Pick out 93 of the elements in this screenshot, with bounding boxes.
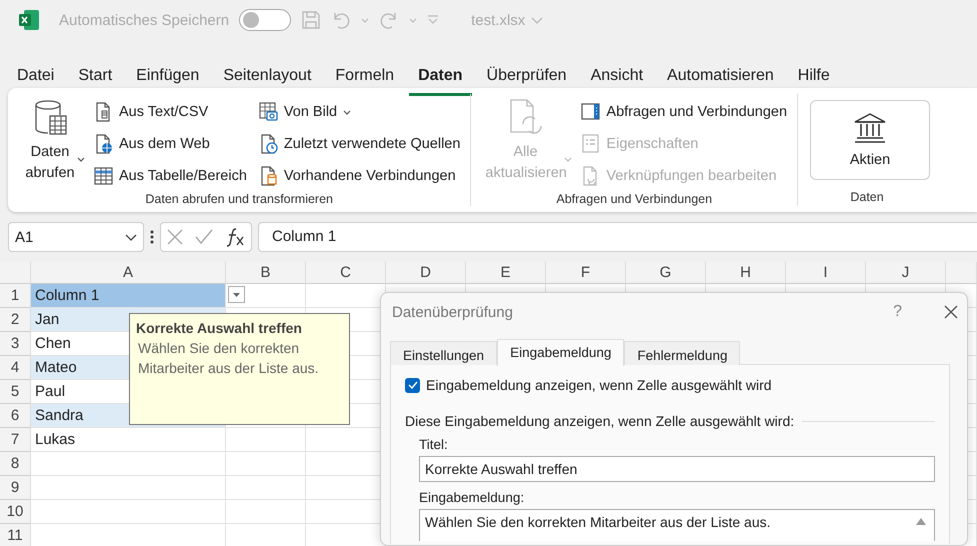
formula-field[interactable]: Column 1 [258, 222, 977, 252]
column-header[interactable]: F [546, 262, 626, 284]
column-header[interactable]: B [226, 262, 306, 284]
ribbon-button[interactable]: Aus Text/CSV [94, 96, 247, 128]
title-input-field[interactable]: Korrekte Auswahl treffen [419, 456, 935, 482]
table-cell[interactable]: Lukas [31, 428, 226, 452]
data-type-button[interactable]: Aktien [810, 100, 930, 180]
dialog-tab[interactable]: Fehlermeldung [624, 341, 740, 365]
autosave-label: Automatisches Speichern [59, 12, 230, 28]
select-all-corner[interactable] [0, 262, 31, 284]
table-cell[interactable] [31, 500, 226, 524]
row-header[interactable]: 9 [0, 476, 31, 500]
check-icon[interactable] [195, 229, 213, 245]
table-cell[interactable]: Column 1 [31, 284, 226, 308]
ribbon-button[interactable]: Aus dem Web [94, 128, 247, 160]
column-header[interactable]: I [786, 262, 866, 284]
database-file-icon [258, 166, 278, 186]
customize-toolbar-icon[interactable] [427, 15, 440, 25]
group-label: Abfragen und Verbindungen [555, 192, 714, 208]
column-header[interactable]: H [706, 262, 786, 284]
dialog-tab[interactable]: Eingabemeldung [497, 339, 624, 366]
row-header[interactable]: 7 [0, 428, 31, 452]
column-header[interactable]: G [626, 262, 706, 284]
function-icon[interactable] [225, 227, 245, 247]
column-header[interactable]: A [31, 262, 226, 284]
dropdown-button[interactable] [228, 286, 245, 303]
ribbon-tab[interactable]: Formeln [326, 66, 404, 96]
ribbon-button[interactable]: Abfragen und Verbindungen [581, 96, 788, 128]
table-cell[interactable] [31, 476, 226, 500]
chevron-down-icon [125, 234, 137, 240]
row-header[interactable]: 6 [0, 404, 31, 428]
ribbon-button[interactable]: Aus Tabelle/Bereich [94, 160, 247, 192]
name-box[interactable]: A1 [8, 222, 144, 252]
column-header[interactable] [946, 262, 977, 284]
ribbon-tab[interactable]: Überprüfen [478, 66, 576, 96]
row-header[interactable]: 11 [0, 524, 31, 546]
dialog-tab[interactable]: Einstellungen [390, 341, 498, 365]
autosave-toggle[interactable] [239, 9, 292, 31]
section-label: Diese Eingabemeldung anzeigen, wenn Zelle ausgewählt wird: [405, 413, 794, 429]
ribbon-tab[interactable]: Datei [8, 66, 64, 96]
row-header[interactable]: 10 [0, 500, 31, 524]
properties-icon [581, 134, 600, 154]
field-label: Eingabemeldung: [419, 490, 526, 505]
ribbon-tab[interactable]: Start [69, 66, 122, 96]
table-cell[interactable] [226, 476, 306, 500]
clock-file-icon [258, 134, 278, 154]
bank-building-icon [853, 112, 888, 144]
ribbon-button[interactable]: Vorhandene Verbindungen [258, 160, 460, 192]
dialog-title: Datenüberprüfung [392, 304, 514, 320]
chevron-down-icon [531, 16, 544, 24]
save-icon[interactable] [301, 10, 322, 30]
table-cell[interactable] [226, 428, 306, 452]
row-header[interactable]: 3 [0, 332, 31, 356]
field-label: Titel: [419, 437, 449, 452]
row-header[interactable]: 5 [0, 380, 31, 404]
table-cell[interactable] [226, 500, 306, 524]
ribbon-button[interactable]: Von Bild [258, 96, 460, 128]
more-options-icon[interactable] [150, 230, 154, 244]
group-label: Daten abrufen und transformieren [144, 192, 334, 208]
row-header[interactable]: 4 [0, 356, 31, 380]
image-table-icon [258, 102, 278, 122]
ribbon-tab[interactable]: Automatisieren [658, 66, 783, 96]
cancel-icon[interactable] [167, 229, 183, 245]
column-header[interactable]: E [466, 262, 546, 284]
group-label: Daten [849, 190, 885, 206]
table-icon [94, 166, 113, 186]
spreadsheet-app-icon [18, 9, 40, 31]
table-cell[interactable] [31, 452, 226, 476]
chevron-down-icon [361, 18, 370, 22]
checkbox[interactable] [405, 378, 420, 392]
ribbon-tab[interactable]: Ansicht [582, 66, 652, 96]
side-panel-icon [581, 102, 600, 122]
row-header[interactable]: 1 [0, 284, 31, 308]
checkbox-label[interactable]: Eingabemeldung anzeigen, wenn Zelle ausgewählt wird [426, 377, 772, 393]
ribbon-button[interactable]: Daten abrufen [14, 94, 86, 192]
caret-down-icon [233, 292, 240, 296]
ribbon-button[interactable]: Zuletzt verwendete Quellen [258, 128, 460, 160]
column-header[interactable]: C [306, 262, 386, 284]
ribbon-tab[interactable]: Hilfe [788, 66, 839, 96]
column-header[interactable]: D [386, 262, 466, 284]
row-header[interactable]: 2 [0, 308, 31, 332]
web-file-icon [94, 134, 113, 154]
message-input-field[interactable]: Wählen Sie den korrekten Mitarbeiter aus der Liste aus. [419, 509, 935, 541]
chevron-down-icon [409, 18, 418, 22]
check-icon [408, 381, 418, 389]
ribbon-tab[interactable]: Einfügen [127, 66, 208, 96]
table-cell[interactable] [226, 284, 306, 308]
scroll-up-icon[interactable] [916, 518, 926, 525]
close-icon[interactable] [944, 305, 958, 319]
ribbon-tab[interactable]: Seitenlayout [214, 66, 320, 96]
column-header[interactable]: J [866, 262, 946, 284]
row-header[interactable]: 8 [0, 452, 31, 476]
table-cell[interactable] [226, 452, 306, 476]
